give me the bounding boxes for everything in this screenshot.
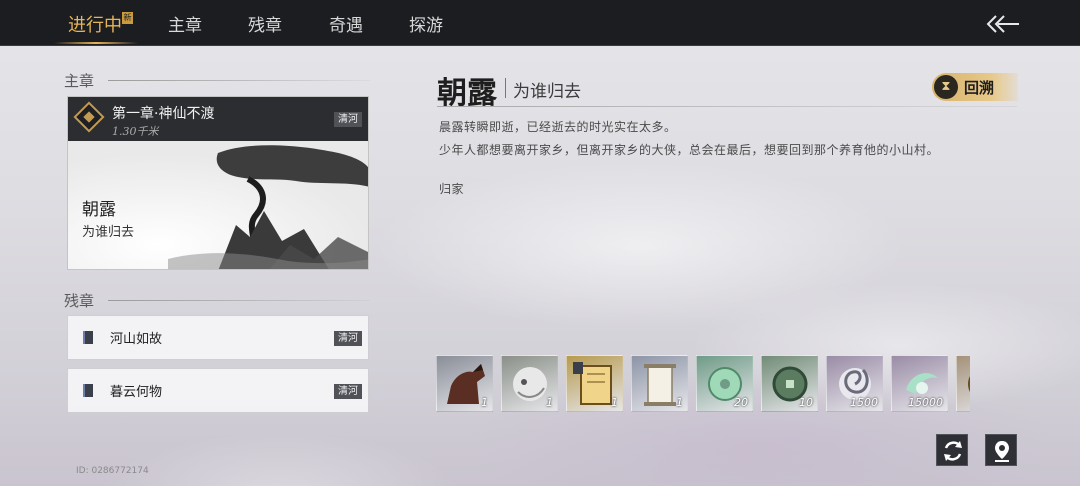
reward-item-golden-book[interactable]: 1 <box>566 355 623 412</box>
tab-explore[interactable]: 探游 <box>409 0 443 46</box>
tab-encounter[interactable]: 奇遇 <box>329 0 363 46</box>
reward-count: 10 <box>799 396 813 409</box>
side-chapter-label: 河山如故 <box>110 332 163 347</box>
card-scene-title: 朝露 <box>82 200 116 220</box>
recall-button[interactable]: ⧗ 回溯 <box>932 73 1018 101</box>
reward-item-jade-coin[interactable]: 20 <box>696 355 753 412</box>
reward-count: 20 <box>734 396 748 409</box>
side-chapter-tag: 清河 <box>334 384 362 399</box>
side-chapter-item[interactable]: 河山如故 清河 <box>67 315 369 360</box>
reward-count: 1 <box>611 396 618 409</box>
reward-count: 15000 <box>908 396 943 409</box>
reward-count: 1 <box>546 396 553 409</box>
reward-item-jade-disc[interactable]: 10 <box>761 355 818 412</box>
reward-item-green-crescent[interactable]: 15000 <box>891 355 948 412</box>
reward-count: 1500 <box>850 396 878 409</box>
book-icon <box>83 331 93 344</box>
quest-subtitle: 为谁归去 <box>513 82 581 102</box>
reward-item-golden-orb[interactable] <box>956 355 970 412</box>
reward-item-spiral-token[interactable]: 1500 <box>826 355 883 412</box>
quest-description-line: 晨露转瞬即逝，已经逝去的时光实在太多。 <box>439 120 677 134</box>
book-icon <box>83 384 93 397</box>
hourglass-icon: ⧗ <box>934 75 958 99</box>
player-id: ID: 0286772174 <box>76 466 149 476</box>
golden-orb-icon <box>968 376 970 392</box>
reward-count: 1 <box>481 396 488 409</box>
chapter-distance: 1.30千米 <box>112 125 159 138</box>
reward-count: 1 <box>676 396 683 409</box>
refresh-button[interactable] <box>936 434 968 466</box>
reward-item-horse[interactable]: 1 <box>436 355 493 412</box>
tab-in-progress[interactable]: 进行中 <box>68 0 122 46</box>
top-nav-bar: 进行中 新 主章 残章 奇遇 探游 <box>0 0 1080 46</box>
new-badge: 新 <box>122 12 133 24</box>
locate-button[interactable] <box>985 434 1017 466</box>
side-section-label: 残章 <box>64 292 95 310</box>
side-section-divider <box>108 300 370 301</box>
map-pin-icon <box>995 441 1009 462</box>
main-section-label: 主章 <box>64 72 95 90</box>
main-section-divider <box>108 80 370 81</box>
title-divider <box>505 78 506 98</box>
quest-objective: 归家 <box>439 182 465 196</box>
main-chapter-card[interactable]: 第一章·神仙不渡 1.30千米 清河 朝露 为谁归去 <box>67 96 369 270</box>
tab-main-chapter[interactable]: 主章 <box>168 0 202 46</box>
chapter-card-header: 第一章·神仙不渡 1.30千米 清河 <box>68 97 368 141</box>
quest-description-line: 少年人都想要离开家乡，但离开家乡的大侠，总会在最后，想要回到那个养育他的小山村。 <box>439 143 940 157</box>
chapter-emblem-icon <box>73 101 105 133</box>
refresh-icon <box>944 441 962 461</box>
side-chapter-item[interactable]: 暮云何物 清河 <box>67 368 369 413</box>
reward-list: 1 1 1 1 20 10 1500 15000 <box>436 355 970 413</box>
reward-item-white-mask[interactable]: 1 <box>501 355 558 412</box>
chapter-location-tag: 清河 <box>334 112 362 127</box>
side-chapter-label: 暮云何物 <box>110 385 163 400</box>
chapter-title: 第一章·神仙不渡 <box>112 106 215 122</box>
side-chapter-tag: 清河 <box>334 331 362 346</box>
tab-fragment-chapter[interactable]: 残章 <box>248 0 282 46</box>
card-scene-subtitle: 为谁归去 <box>82 225 135 240</box>
reward-item-scroll[interactable]: 1 <box>631 355 688 412</box>
recall-button-label: 回溯 <box>964 79 995 97</box>
back-arrow-icon[interactable] <box>986 14 1020 34</box>
detail-divider-line <box>437 106 1017 107</box>
active-tab-underline <box>54 42 138 44</box>
